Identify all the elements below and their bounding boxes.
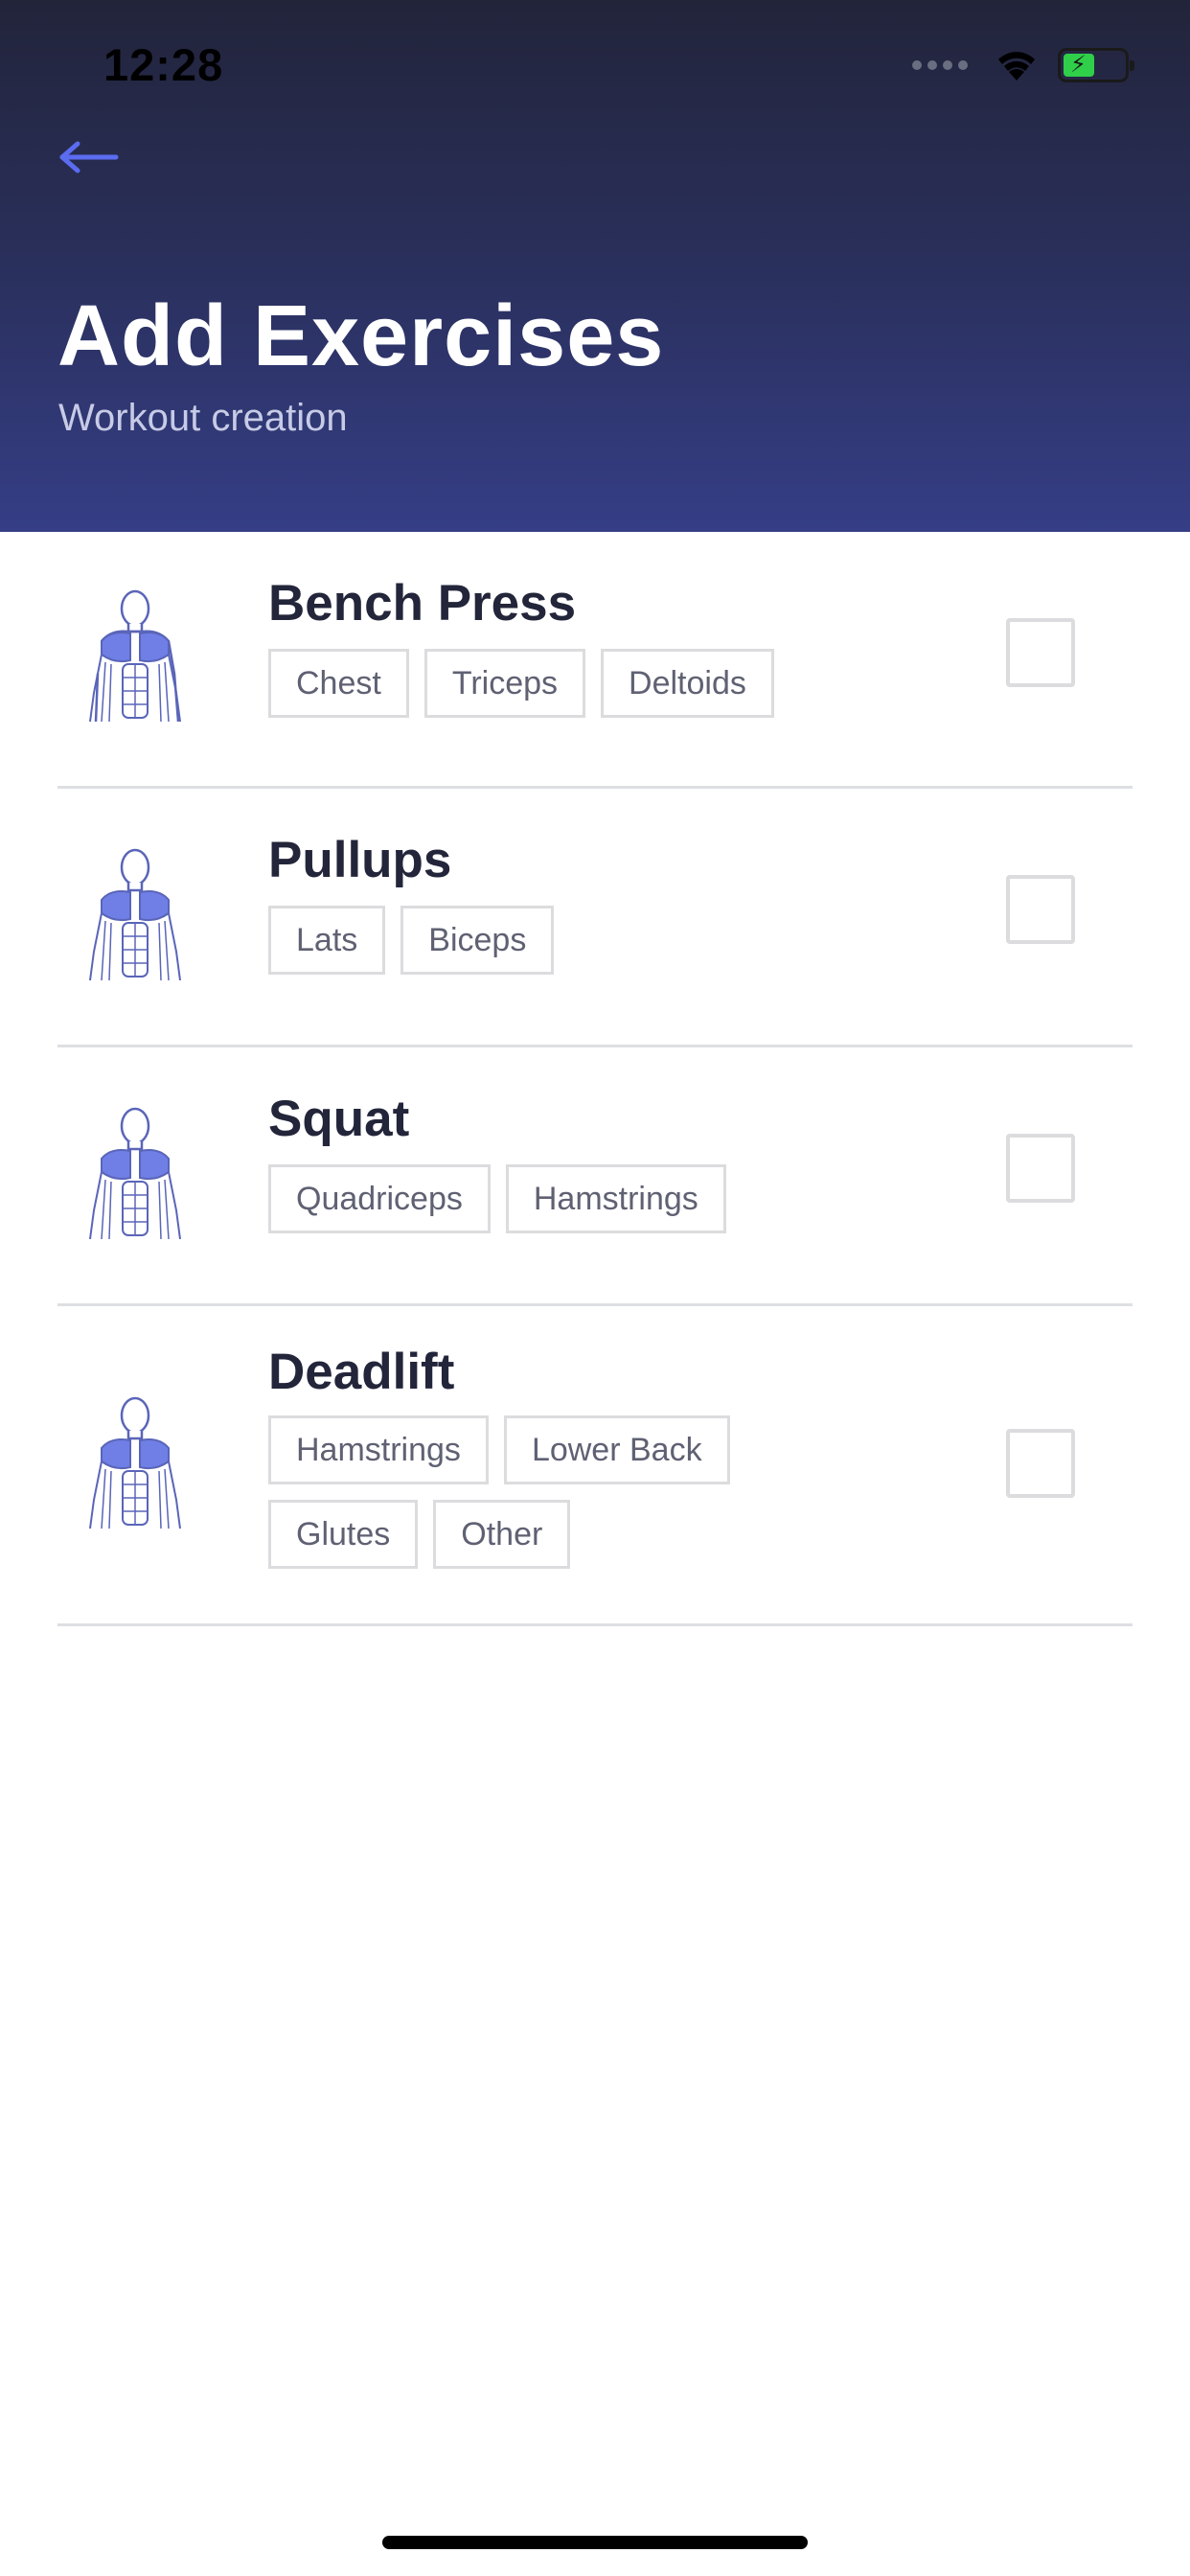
exercise-row-pullups[interactable]: Pullups Lats Biceps <box>57 789 1133 1047</box>
select-checkbox[interactable] <box>1006 618 1075 687</box>
muscle-tag: Lower Back <box>503 1415 730 1484</box>
exercise-row-squat[interactable]: Squat Quadriceps Hamstrings <box>57 1047 1133 1306</box>
home-indicator[interactable] <box>382 2536 808 2549</box>
battery-charging-icon: ⚡ <box>1058 48 1134 82</box>
muscle-tags: Hamstrings Lower Back Glutes Other <box>268 1415 805 1569</box>
muscle-tags: Chest Triceps Deltoids <box>268 649 805 718</box>
muscle-tags: Quadriceps Hamstrings <box>268 1164 805 1233</box>
select-checkbox[interactable] <box>1006 875 1075 944</box>
wifi-icon <box>998 52 1035 80</box>
muscle-tag: Other <box>433 1500 571 1569</box>
muscle-tag: Chest <box>268 649 409 718</box>
page-subtitle: Workout creation <box>58 397 348 439</box>
muscle-body-icon <box>89 589 181 722</box>
muscle-tags: Lats Biceps <box>268 906 805 975</box>
muscle-tag: Lats <box>268 906 386 975</box>
muscle-body-icon <box>89 848 181 980</box>
back-button[interactable] <box>54 126 125 188</box>
muscle-tag: Quadriceps <box>268 1164 491 1233</box>
muscle-body-icon <box>89 1107 181 1239</box>
select-checkbox[interactable] <box>1006 1429 1075 1498</box>
exercise-name: Bench Press <box>268 575 577 632</box>
muscle-tag: Hamstrings <box>268 1415 489 1484</box>
exercise-row-bench-press[interactable]: Bench Press Chest Triceps Deltoids <box>57 532 1133 789</box>
status-icons: ⚡ <box>912 44 1134 86</box>
exercise-name: Squat <box>268 1091 410 1147</box>
muscle-tag: Triceps <box>423 649 586 718</box>
muscle-tag: Hamstrings <box>505 1164 726 1233</box>
arrow-left-icon <box>59 141 119 173</box>
muscle-body-icon <box>89 1396 181 1529</box>
exercise-list: Bench Press Chest Triceps Deltoids Pullu… <box>0 532 1190 1626</box>
signal-icon <box>912 60 968 70</box>
select-checkbox[interactable] <box>1006 1134 1075 1203</box>
exercise-name: Deadlift <box>268 1344 455 1400</box>
muscle-tag: Deltoids <box>601 649 774 718</box>
muscle-tag: Biceps <box>400 906 555 975</box>
header: 12:28 ⚡ Add Exercises Workout creation <box>0 0 1190 532</box>
page-title: Add Exercises <box>57 288 665 384</box>
status-bar: 12:28 ⚡ <box>0 0 1190 125</box>
status-time: 12:28 <box>103 39 224 90</box>
muscle-tag: Glutes <box>268 1500 419 1569</box>
exercise-name: Pullups <box>268 832 452 888</box>
exercise-row-deadlift[interactable]: Deadlift Hamstrings Lower Back Glutes Ot… <box>57 1306 1133 1626</box>
